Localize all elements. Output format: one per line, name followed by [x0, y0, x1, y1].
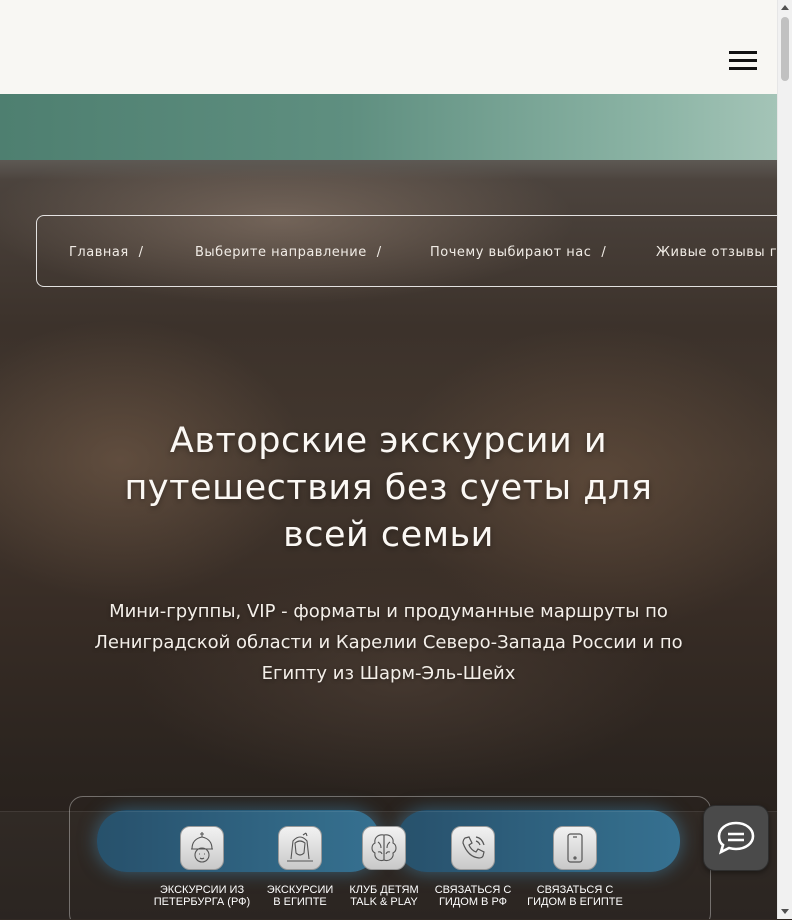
breadcrumb-separator: /: [376, 245, 382, 260]
nav-item-spb-tours[interactable]: Экскурсии из Петербурга (РФ): [148, 826, 256, 908]
breadcrumb-label: Живые отзывы гостей: [656, 245, 777, 260]
breadcrumb-label: Почему выбирают нас: [430, 245, 592, 260]
nav-label-line: Петербурга (РФ): [153, 896, 251, 908]
scroll-down-arrow-icon[interactable]: [781, 909, 789, 914]
phone-call-icon: [451, 826, 495, 870]
nav-item-kids-club[interactable]: Клуб детям Talk & Play: [346, 826, 422, 908]
hero-title: Авторские экскурсии и путешествия без су…: [124, 421, 653, 555]
site-header: [0, 0, 777, 94]
nav-label-line: Экскурсии: [266, 884, 334, 896]
nav-label-line: Экскурсии из: [159, 884, 245, 896]
nav-label-line: в Египте: [273, 896, 327, 908]
chat-button[interactable]: [703, 805, 769, 871]
nav-item-contact-guide-rf[interactable]: Связаться с гидом в РФ: [429, 826, 517, 908]
breadcrumb-separator: /: [138, 245, 144, 260]
nav-label-line: Связаться с: [536, 884, 614, 896]
scroll-thumb[interactable]: [781, 17, 789, 81]
pharaoh-icon: [278, 826, 322, 870]
nav-item-contact-guide-egypt[interactable]: Связаться с гидом в Египте: [523, 826, 627, 908]
hamburger-menu-icon[interactable]: [729, 51, 757, 71]
nav-label-line: Клуб детям: [349, 884, 419, 896]
breadcrumb-label: Главная: [69, 245, 129, 260]
chat-bubble-icon: [717, 821, 755, 855]
breadcrumb-item-why-us[interactable]: Почему выбирают нас /: [430, 245, 606, 260]
brain-icon: [362, 826, 406, 870]
nav-label-line: гидом в Египте: [527, 896, 623, 908]
bottom-navigation: Экскурсии из Петербурга (РФ) Экскурсии в Е…: [0, 811, 777, 920]
breadcrumb-item-destinations[interactable]: Выберите направление /: [195, 245, 382, 260]
hero-section: Главная / Выберите направление / Почему вы…: [0, 160, 777, 919]
nav-label-line: гидом в РФ: [438, 896, 508, 908]
smartphone-icon: [553, 826, 597, 870]
breadcrumb: Главная / Выберите направление / Почему вы…: [36, 215, 777, 287]
scrollbar[interactable]: [777, 0, 792, 919]
breadcrumb-item-home[interactable]: Главная /: [69, 245, 144, 260]
breadcrumb-label: Выберите направление: [195, 245, 367, 260]
decorative-band: [0, 94, 777, 160]
nav-item-egypt-tours[interactable]: Экскурсии в Египте: [262, 826, 338, 908]
nav-label-line: Talk & Play: [350, 896, 418, 908]
church-dome-icon: [180, 826, 224, 870]
hero-subtitle: Мини-группы, VIP - форматы и продуманные…: [94, 601, 683, 684]
nav-label-line: Связаться с: [434, 884, 512, 896]
breadcrumb-separator: /: [601, 245, 607, 260]
breadcrumb-item-reviews[interactable]: Живые отзывы гостей: [656, 245, 777, 260]
scroll-up-arrow-icon[interactable]: [781, 5, 789, 10]
